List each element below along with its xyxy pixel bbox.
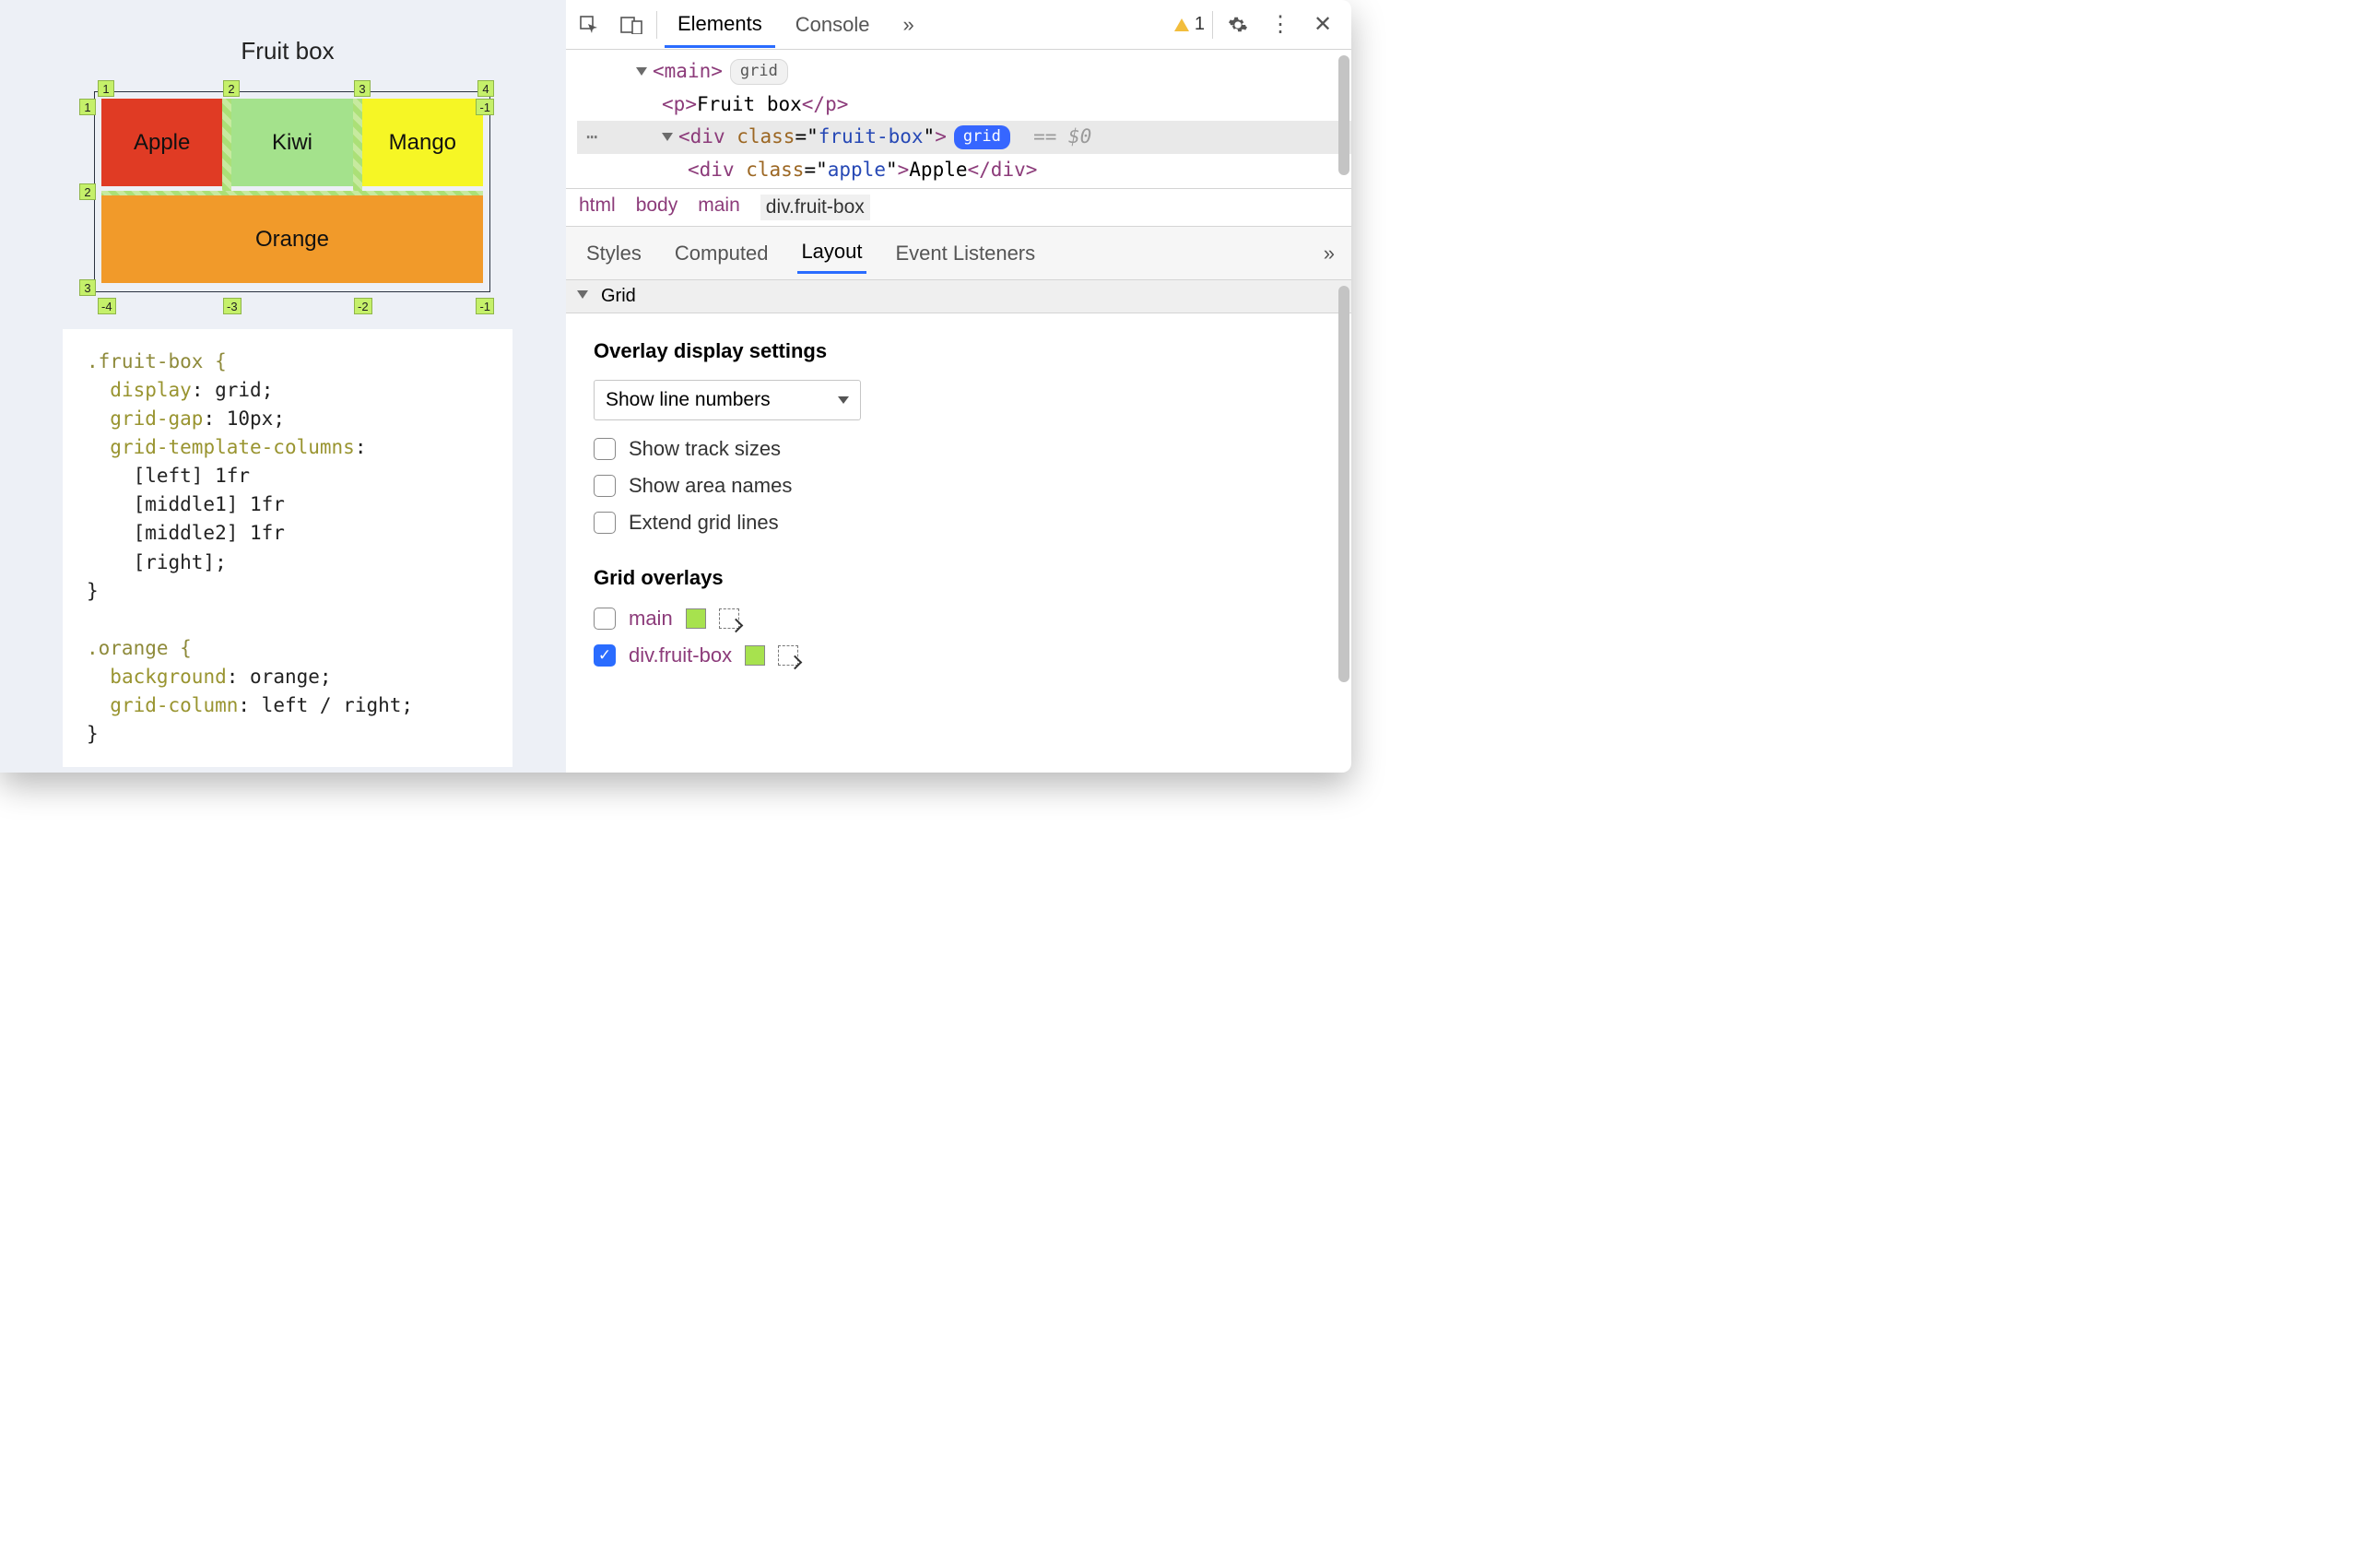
overlay-label: div.fruit-box — [629, 643, 732, 667]
dom-tree[interactable]: <main>grid <p>Fruit box</p> <div class="… — [566, 50, 1351, 188]
checkbox-show-track-sizes[interactable]: Show track sizes — [594, 437, 1329, 461]
line-tag: -2 — [354, 298, 372, 314]
devtools-toolbar: Elements Console » 1 ⋮ ✕ — [566, 0, 1351, 50]
grid-overlay-visual: Apple Kiwi Mango Orange 1 2 3 4 1 2 3 -1… — [85, 82, 490, 313]
select-value: Show line numbers — [606, 389, 771, 411]
page-preview: Fruit box Apple Kiwi Mango Orange 1 2 3 … — [0, 0, 566, 773]
css-code-block: .fruit-box { display: grid; grid-gap: 10… — [63, 329, 513, 767]
checkbox-show-area-names[interactable]: Show area names — [594, 474, 1329, 498]
line-tag: 1 — [98, 80, 114, 97]
overlay-settings-heading: Overlay display settings — [594, 339, 1329, 363]
grid-section-header[interactable]: Grid — [566, 280, 1351, 313]
warning-count: 1 — [1195, 14, 1205, 35]
grid-badge-active[interactable]: grid — [954, 125, 1010, 149]
line-tag: -4 — [98, 298, 116, 314]
overlay-label: main — [629, 607, 673, 631]
dom-node-child[interactable]: <div class="apple">Apple</div> — [577, 154, 1351, 187]
device-toolbar-icon[interactable] — [614, 7, 649, 42]
tabs-overflow[interactable]: » — [890, 4, 926, 46]
line-tag: 4 — [477, 80, 494, 97]
subtab-layout[interactable]: Layout — [797, 232, 866, 274]
checkbox-icon — [594, 512, 616, 534]
checkbox-icon — [594, 438, 616, 460]
subtab-computed[interactable]: Computed — [671, 234, 772, 273]
app-window: Fruit box Apple Kiwi Mango Orange 1 2 3 … — [0, 0, 1351, 773]
layout-panel-body: Overlay display settings Show line numbe… — [566, 313, 1351, 702]
chevron-down-icon — [838, 396, 849, 404]
inspect-element-icon[interactable] — [571, 7, 607, 42]
dom-node-p[interactable]: <p>Fruit box</p> — [577, 89, 1351, 122]
line-number-select[interactable]: Show line numbers — [594, 380, 861, 420]
more-menu-icon[interactable]: ⋮ — [1263, 7, 1298, 42]
scroll-thumb[interactable] — [1338, 55, 1349, 175]
scroll-thumb[interactable] — [1338, 286, 1349, 682]
grid-section-label: Grid — [601, 286, 636, 307]
tab-elements[interactable]: Elements — [665, 3, 775, 48]
scrollbar[interactable] — [1337, 55, 1349, 761]
dom-node-main[interactable]: <main>grid — [577, 55, 1351, 89]
subtabs-overflow[interactable]: » — [1324, 242, 1335, 266]
line-tag: 3 — [354, 80, 371, 97]
settings-gear-icon[interactable] — [1220, 7, 1255, 42]
overlay-item-fruitbox[interactable]: ✓ div.fruit-box — [594, 643, 1329, 667]
fruit-box-grid: Apple Kiwi Mango Orange — [101, 99, 483, 283]
line-tag: 2 — [79, 183, 96, 200]
line-tag: 3 — [79, 279, 96, 296]
checkbox-icon — [594, 475, 616, 497]
crumb-main[interactable]: main — [698, 195, 740, 220]
devtools-panel: Elements Console » 1 ⋮ ✕ <main>grid <p>F… — [566, 0, 1351, 773]
reveal-element-icon[interactable] — [719, 608, 739, 629]
color-swatch[interactable] — [686, 608, 706, 629]
collapse-triangle-icon — [577, 290, 588, 299]
checkbox-extend-grid-lines[interactable]: Extend grid lines — [594, 511, 1329, 535]
grid-overlays-heading: Grid overlays — [594, 566, 1329, 590]
checkbox-icon-checked: ✓ — [594, 644, 616, 667]
line-tag: -1 — [476, 99, 494, 115]
reveal-element-icon[interactable] — [778, 645, 798, 666]
line-tag: 1 — [79, 99, 96, 115]
preview-title: Fruit box — [63, 37, 513, 65]
separator — [656, 11, 657, 39]
subtab-event-listeners[interactable]: Event Listeners — [892, 234, 1040, 273]
cell-apple: Apple — [101, 99, 222, 186]
subtab-styles[interactable]: Styles — [583, 234, 645, 273]
crumb-html[interactable]: html — [579, 195, 616, 220]
overlay-item-main[interactable]: main — [594, 607, 1329, 631]
dom-node-selected[interactable]: <div class="fruit-box">grid == $0 — [577, 121, 1351, 154]
line-tag: -1 — [476, 298, 494, 314]
cell-mango: Mango — [362, 99, 483, 186]
separator — [1212, 11, 1213, 39]
cell-kiwi: Kiwi — [231, 99, 352, 186]
checkbox-icon — [594, 608, 616, 630]
styles-subtabs: Styles Computed Layout Event Listeners » — [566, 227, 1351, 280]
crumb-body[interactable]: body — [636, 195, 678, 220]
dom-breadcrumb: html body main div.fruit-box — [566, 188, 1351, 227]
cell-orange: Orange — [101, 195, 483, 283]
close-devtools-icon[interactable]: ✕ — [1305, 7, 1340, 42]
line-tag: -3 — [223, 298, 242, 314]
tab-console[interactable]: Console — [783, 4, 883, 46]
line-tag: 2 — [223, 80, 240, 97]
crumb-current[interactable]: div.fruit-box — [760, 195, 870, 220]
warnings-indicator[interactable]: 1 — [1174, 14, 1205, 35]
grid-badge[interactable]: grid — [730, 59, 788, 85]
color-swatch[interactable] — [745, 645, 765, 666]
warning-icon — [1174, 18, 1189, 31]
